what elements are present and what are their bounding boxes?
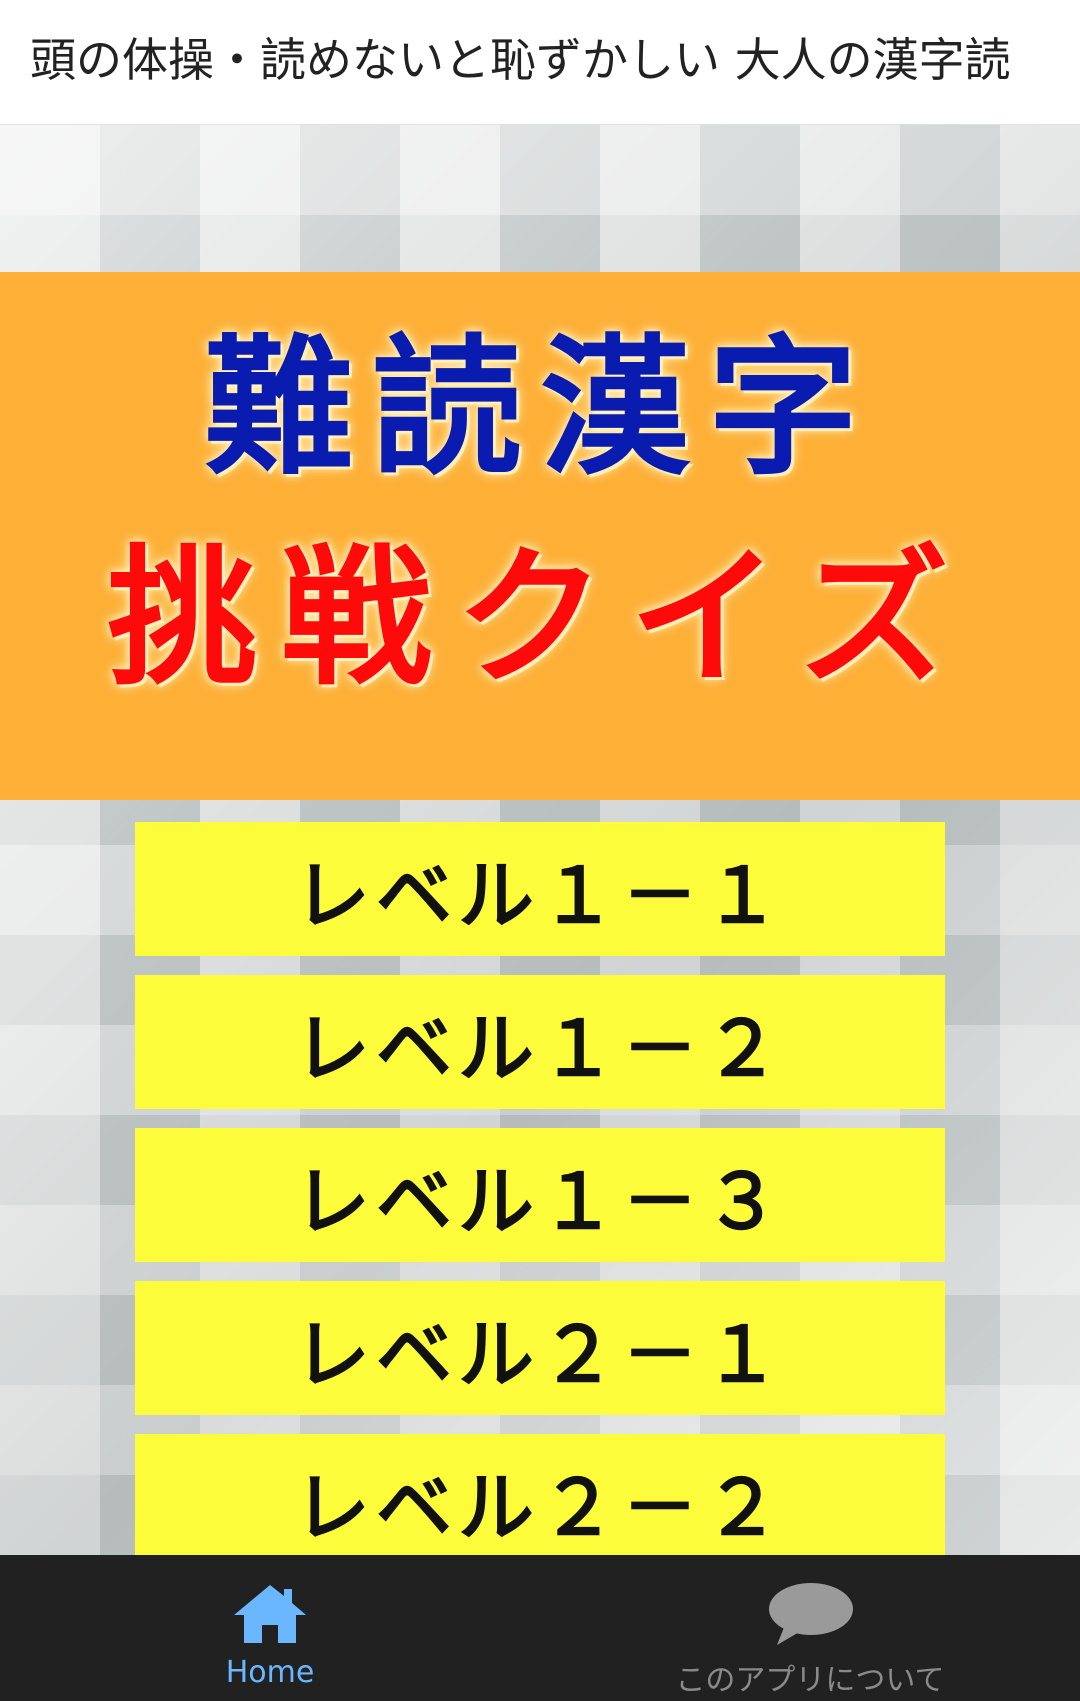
level-button-1-2[interactable]: レベル１－２ [135,975,945,1109]
home-icon [234,1585,306,1643]
title-banner: 難読漢字 挑戦クイズ [0,272,1080,800]
app-bar: 頭の体操・読めないと恥ずかしい 大人の漢字読 [0,0,1080,125]
nav-item-home[interactable]: Home [170,1555,370,1701]
nav-label-home: Home [225,1655,315,1690]
banner-title-line1: 難読漢字 [203,322,876,496]
app-screen: 頭の体操・読めないと恥ずかしい 大人の漢字読 難読漢字 挑戦クイズ レベル１－１… [0,0,1080,1701]
speech-bubble-icon [769,1583,853,1645]
level-button-2-2[interactable]: レベル２－２ [135,1434,945,1568]
level-list: レベル１－１ レベル１－２ レベル１－３ レベル２－１ レベル２－２ [135,822,945,1587]
nav-label-about: このアプリについて [675,1663,945,1698]
bottom-navigation: Home このアプリについて [0,1555,1080,1701]
level-button-2-1[interactable]: レベル２－１ [135,1281,945,1415]
level-button-1-1[interactable]: レベル１－１ [135,822,945,956]
app-title: 頭の体操・読めないと恥ずかしい 大人の漢字読 [30,33,1011,87]
nav-item-about[interactable]: このアプリについて [640,1555,980,1701]
level-button-1-3[interactable]: レベル１－３ [135,1128,945,1262]
banner-title-line2: 挑戦クイズ [107,532,973,706]
